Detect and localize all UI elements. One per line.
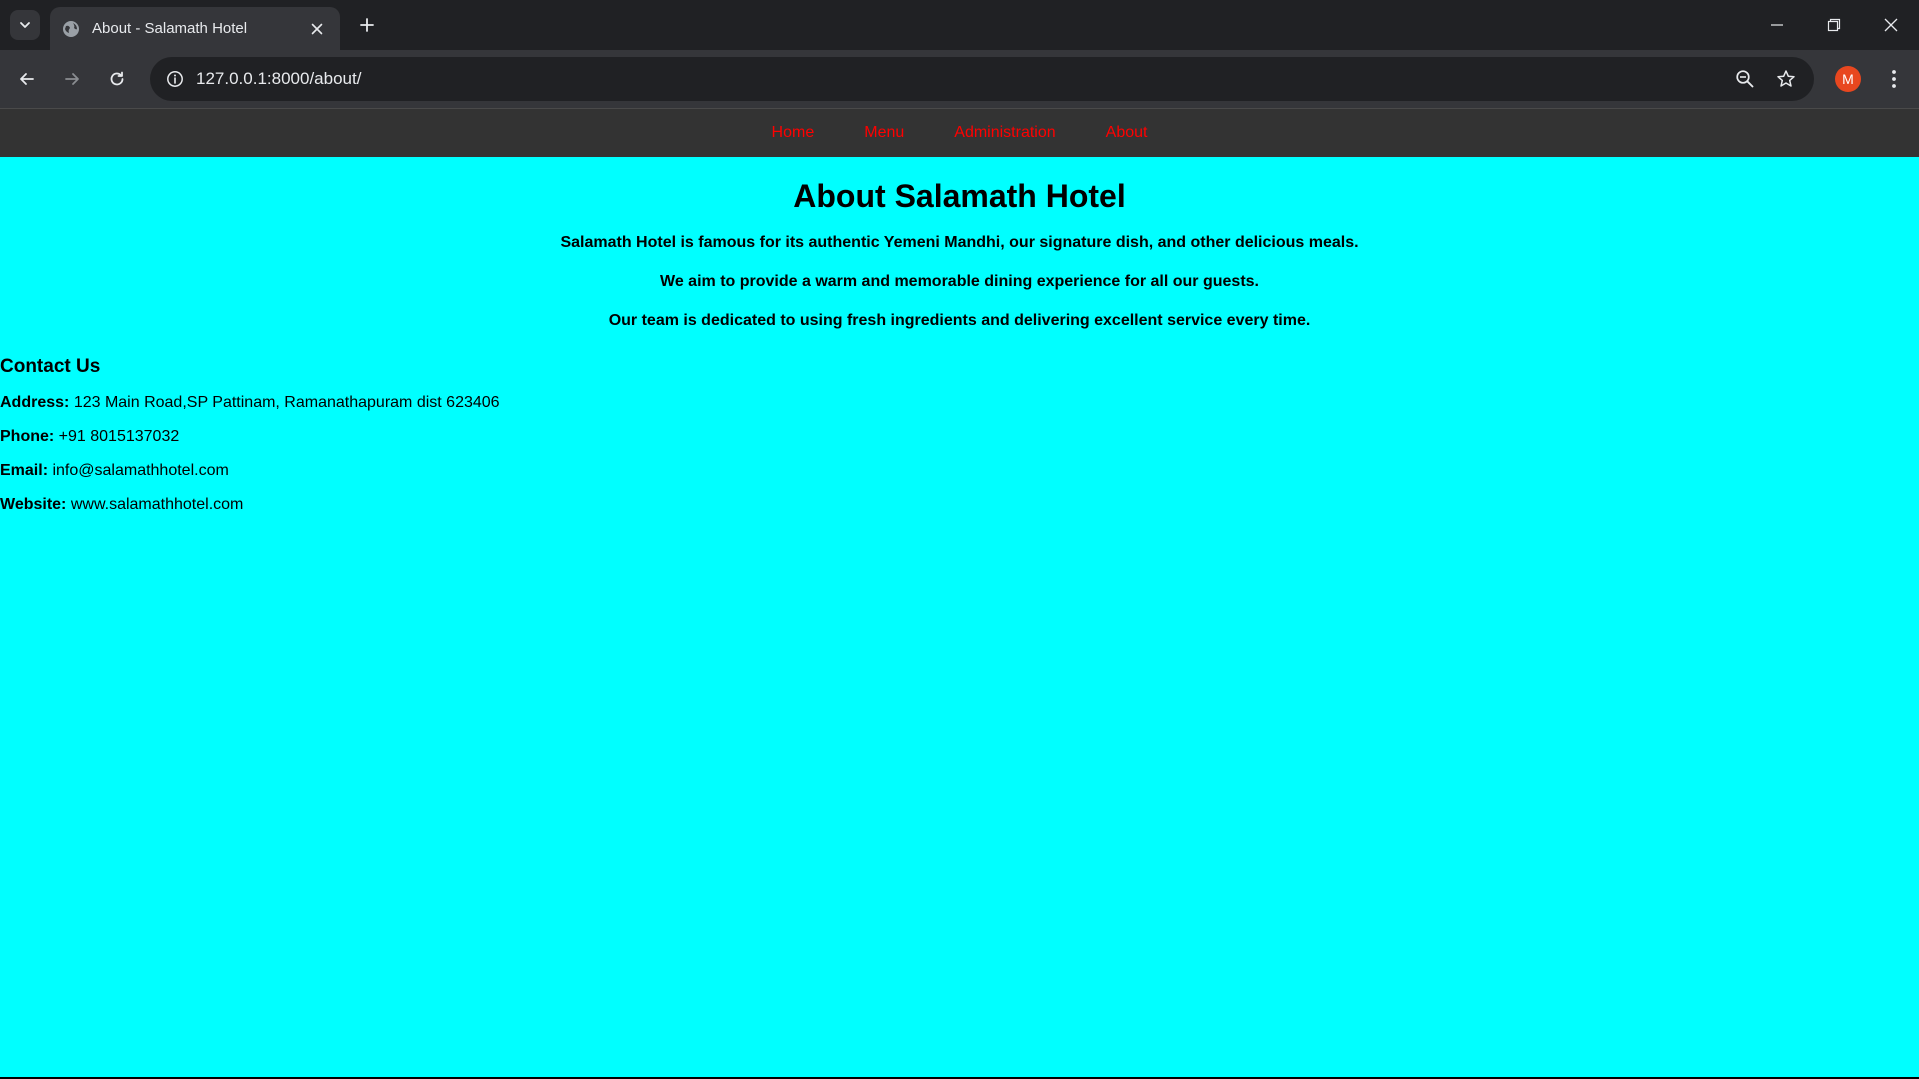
email-label: Email: [0, 462, 49, 479]
address-label: Address: [0, 394, 70, 411]
site-info-button[interactable] [160, 64, 190, 94]
tab-close-icon[interactable] [306, 18, 328, 40]
nav-link-home[interactable]: Home [772, 124, 815, 142]
new-tab-button[interactable] [352, 10, 382, 40]
close-window-button[interactable] [1862, 0, 1919, 50]
profile-avatar[interactable]: M [1835, 66, 1861, 92]
contact-email: Email: info@salamathhotel.com [0, 461, 1919, 481]
back-button[interactable] [10, 62, 44, 96]
nav-link-about[interactable]: About [1106, 124, 1148, 142]
site-navbar: Home Menu Administration About [0, 108, 1919, 157]
reload-icon [110, 71, 124, 86]
contact-heading: Contact Us [0, 356, 101, 377]
contact-phone: Phone: +91 8015137032 [0, 427, 1919, 447]
nav-link-administration[interactable]: Administration [954, 124, 1055, 142]
contact-website: Website: www.salamathhotel.com [0, 495, 1919, 515]
about-paragraph-1: Salamath Hotel is famous for its authent… [560, 234, 1359, 251]
zoom-button[interactable] [1730, 64, 1760, 94]
more-vertical-icon [1892, 70, 1896, 88]
chevron-down-icon [20, 22, 30, 28]
url-text[interactable]: 127.0.0.1:8000/about/ [196, 57, 361, 101]
info-icon [167, 71, 183, 87]
zoom-out-icon [1736, 70, 1754, 88]
arrow-right-icon [65, 73, 79, 85]
restore-button[interactable] [1805, 0, 1862, 50]
contact-address: Address: 123 Main Road,SP Pattinam, Rama… [0, 393, 1919, 413]
address-bar[interactable]: 127.0.0.1:8000/about/ [150, 57, 1814, 101]
page-title: About Salamath Hotel [793, 178, 1126, 214]
page-viewport: Home Menu Administration About About Sal… [0, 108, 1919, 1079]
nav-link-menu[interactable]: Menu [864, 124, 904, 142]
address-value: 123 Main Road,SP Pattinam, Ramanathapura… [73, 394, 500, 411]
restore-icon [1827, 18, 1840, 32]
tab-search-button[interactable] [10, 10, 40, 40]
website-value: www.salamathhotel.com [70, 496, 244, 513]
browser-menu-button[interactable] [1879, 62, 1909, 96]
bookmark-button[interactable] [1771, 64, 1801, 94]
phone-value: +91 8015137032 [58, 428, 180, 445]
tab-strip: About - Salamath Hotel [0, 0, 1919, 50]
star-icon [1777, 70, 1795, 87]
forward-button[interactable] [55, 62, 89, 96]
plus-icon [360, 18, 374, 32]
close-icon [1884, 18, 1897, 32]
minimize-button[interactable] [1748, 0, 1805, 50]
website-label: Website: [0, 496, 67, 513]
minimize-icon [1770, 24, 1783, 26]
about-paragraph-2: We aim to provide a warm and memorable d… [660, 273, 1259, 290]
arrow-left-icon [20, 73, 34, 85]
reload-button[interactable] [100, 62, 134, 96]
email-value: info@salamathhotel.com [52, 462, 229, 479]
tab-title: About - Salamath Hotel [92, 20, 248, 37]
active-tab[interactable]: About - Salamath Hotel [50, 7, 340, 50]
window-controls [1748, 0, 1919, 50]
about-paragraph-3: Our team is dedicated to using fresh ing… [608, 312, 1311, 329]
browser-toolbar: 127.0.0.1:8000/about/ M [0, 50, 1919, 108]
phone-label: Phone: [0, 428, 55, 445]
globe-icon [62, 20, 80, 38]
